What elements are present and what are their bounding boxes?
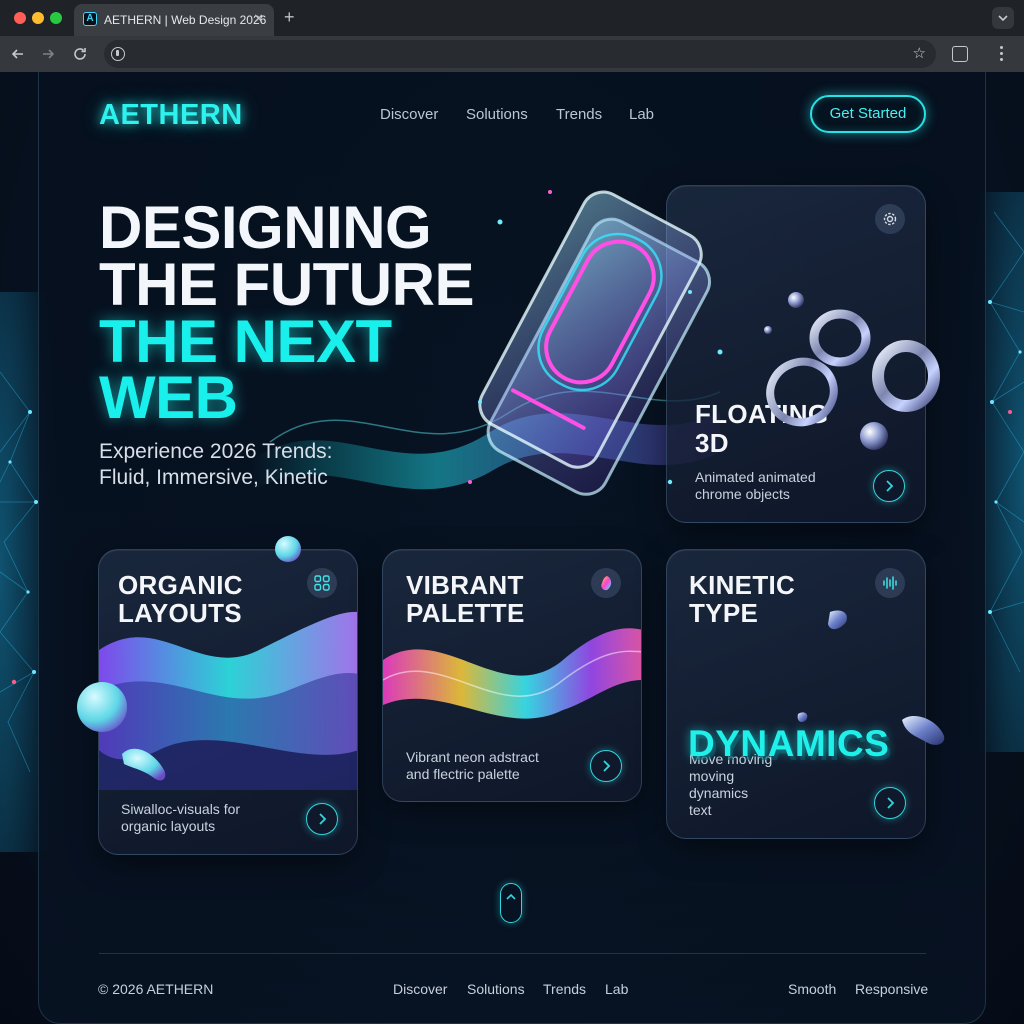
maximize-window-button[interactable]	[50, 12, 62, 24]
chevron-right-icon	[886, 480, 894, 492]
gear-icon	[875, 204, 905, 234]
card-desc-line-4: text	[689, 802, 712, 818]
hero-headline-line-4: WEB	[99, 364, 238, 431]
chevron-right-icon	[887, 797, 895, 809]
footer-divider	[99, 953, 926, 954]
card-desc-line-2: and flectric palette	[406, 766, 520, 782]
audio-wave-icon	[875, 568, 905, 598]
footer-link-solutions[interactable]: Solutions	[467, 981, 525, 998]
hero-headline-line-2: THE FUTURE	[99, 251, 474, 318]
browser-toolbar: ☆	[0, 36, 1024, 72]
card-desc-line-1: Vibrant neon adstract	[406, 749, 539, 765]
address-bar[interactable]: ☆	[104, 40, 936, 68]
new-tab-button[interactable]: +	[284, 8, 295, 26]
card-title-line-2: TYPE	[689, 598, 759, 628]
card-desc-line-1: Siwalloc-visuals for	[121, 801, 241, 817]
tab-title: AETHERN | Web Design 2026	[104, 13, 267, 27]
card-title-line-2: PALETTE	[406, 598, 525, 628]
palette-icon	[591, 568, 621, 598]
floating-glass-shards-graphic	[797, 610, 945, 745]
site-logo[interactable]: AETHERN	[99, 98, 243, 132]
minimize-window-button[interactable]	[32, 12, 44, 24]
card-vibrant-palette[interactable]: VIBRANT PALETTE Vibrant neon adstract an…	[382, 549, 642, 802]
footer-tag-smooth[interactable]: Smooth	[788, 981, 836, 998]
card-arrow-button[interactable]	[306, 803, 338, 835]
chevron-up-icon	[506, 893, 516, 900]
extensions-icon[interactable]	[952, 46, 968, 62]
hero-subtitle-line-2: Fluid, Immersive, Kinetic	[99, 466, 328, 489]
site-info-icon[interactable]	[111, 47, 125, 61]
back-icon[interactable]	[8, 44, 28, 64]
chevron-right-icon	[603, 760, 611, 772]
card-desc-line-2: moving	[689, 768, 735, 784]
footer-link-discover[interactable]: Discover	[393, 981, 447, 998]
glass-phone-graphic	[468, 190, 723, 496]
footer-tag-responsive[interactable]: Responsive	[855, 981, 928, 998]
hero-headline-line-3: THE NEXT	[99, 308, 392, 375]
get-started-button[interactable]: Get Started	[810, 95, 926, 133]
favicon-icon: A	[83, 12, 97, 26]
card-arrow-button[interactable]	[590, 750, 622, 782]
footer-copyright: © 2026 AETHERN	[98, 981, 214, 997]
floating-orbs-graphic	[77, 536, 301, 781]
close-window-button[interactable]	[14, 12, 26, 24]
scroll-up-button[interactable]	[500, 883, 522, 923]
chevron-down-icon	[998, 15, 1008, 22]
nav-link-discover[interactable]: Discover	[380, 106, 438, 124]
card-title-line-1: VIBRANT	[406, 570, 524, 600]
close-tab-icon[interactable]: ✕	[253, 11, 264, 27]
hero-headline-line-1: DESIGNING	[99, 194, 432, 261]
footer-link-lab[interactable]: Lab	[605, 981, 628, 998]
chevron-right-icon	[319, 813, 327, 825]
web-page: AETHERN Discover Solutions Trends Lab Ge…	[0, 72, 1024, 1024]
card-desc-line-3: dynamics	[689, 785, 749, 801]
card-arrow-button[interactable]	[874, 787, 906, 819]
tab-search-button[interactable]	[992, 7, 1014, 29]
browser-tab-bar: A AETHERN | Web Design 2026 ✕ +	[0, 0, 1024, 36]
nav-link-trends[interactable]: Trends	[556, 106, 602, 124]
reload-icon[interactable]	[70, 44, 90, 64]
grid-icon	[307, 568, 337, 598]
footer-link-trends[interactable]: Trends	[543, 981, 586, 998]
card-arrow-button[interactable]	[873, 470, 905, 502]
nav-link-lab[interactable]: Lab	[629, 106, 654, 124]
nav-link-solutions[interactable]: Solutions	[466, 106, 528, 124]
bookmark-star-icon[interactable]: ☆	[913, 45, 926, 62]
card-desc-line-2: organic layouts	[121, 818, 216, 834]
more-menu-icon[interactable]	[1000, 46, 1004, 62]
forward-icon[interactable]	[38, 44, 58, 64]
card-title-line-1: KINETIC	[689, 570, 796, 600]
hero-subtitle-line-1: Experience 2026 Trends:	[99, 440, 333, 463]
browser-tab[interactable]: A AETHERN | Web Design 2026 ✕	[74, 4, 274, 36]
chrome-rings-graphic	[764, 292, 940, 450]
